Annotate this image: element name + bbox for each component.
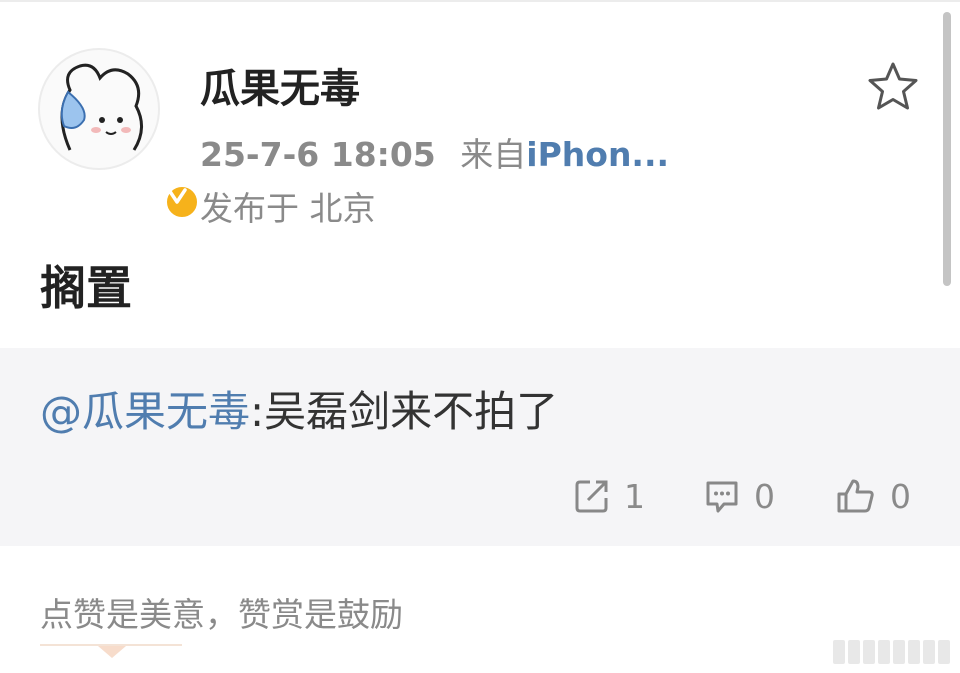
source-prefix: 来自 bbox=[460, 135, 527, 174]
share-button[interactable]: 1 bbox=[574, 476, 645, 516]
post-source[interactable]: iPhon... bbox=[526, 135, 669, 174]
avatar[interactable] bbox=[38, 48, 200, 220]
scrollbar[interactable] bbox=[943, 12, 951, 286]
bear-avatar-icon bbox=[60, 63, 143, 151]
post-detail-page: 瓜果无毒 25-7-6 18:05 来自iPhon... 发布于 北京 搁置 @… bbox=[0, 0, 960, 673]
post-text: 搁置 bbox=[40, 261, 132, 315]
comment-button[interactable]: 0 bbox=[704, 476, 775, 516]
top-divider bbox=[0, 0, 960, 2]
action-bar: 1 0 0 bbox=[0, 476, 960, 516]
repost-mention[interactable]: @瓜果无毒 bbox=[40, 387, 250, 436]
reward-slogan: 点赞是美意，赞赏是鼓励 bbox=[40, 595, 403, 634]
share-count: 1 bbox=[624, 476, 645, 516]
comment-icon bbox=[706, 481, 738, 513]
share-icon bbox=[575, 480, 608, 513]
username[interactable]: 瓜果无毒 bbox=[200, 56, 360, 114]
verified-badge-icon bbox=[164, 184, 200, 220]
post-location: 发布于 北京 bbox=[200, 189, 376, 228]
reward-pointer-icon bbox=[98, 646, 126, 658]
like-button[interactable]: 0 bbox=[836, 476, 911, 516]
thumbs-up-icon bbox=[837, 479, 874, 513]
favorite-star-icon[interactable] bbox=[866, 60, 920, 114]
repost-content: @瓜果无毒:吴磊剑来不拍了 bbox=[40, 378, 558, 439]
reposted-card[interactable]: @瓜果无毒:吴磊剑来不拍了 1 0 0 bbox=[0, 348, 960, 546]
repost-text: :吴磊剑来不拍了 bbox=[250, 387, 559, 436]
like-count: 0 bbox=[890, 476, 911, 516]
bottom-watermark bbox=[822, 640, 950, 664]
comment-count: 0 bbox=[754, 476, 775, 516]
post-timestamp: 25-7-6 18:05 bbox=[200, 135, 436, 174]
post-meta: 25-7-6 18:05 来自iPhon... bbox=[200, 128, 669, 176]
